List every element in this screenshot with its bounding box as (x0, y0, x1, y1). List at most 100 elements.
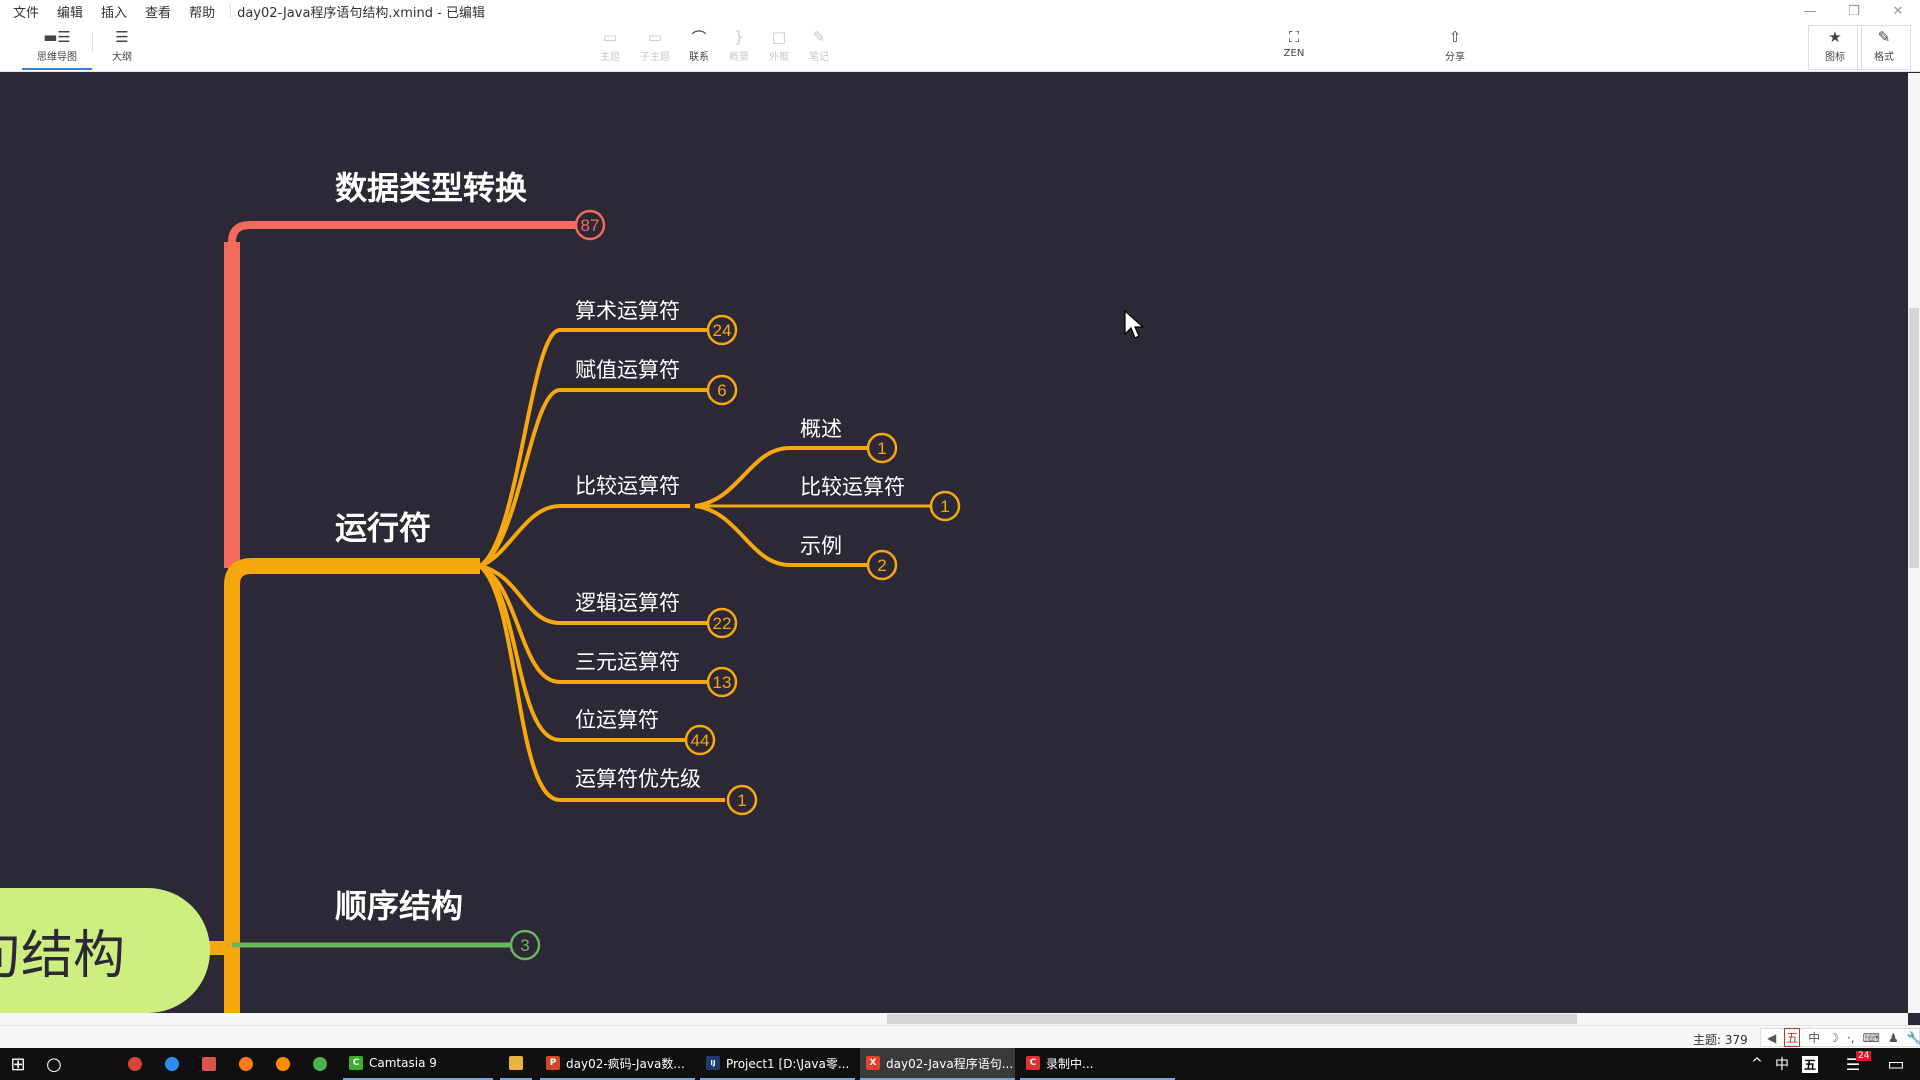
horizontal-scrollbar-thumb[interactable] (887, 1014, 1577, 1024)
restore-button[interactable]: ❐ (1832, 0, 1876, 22)
zen-button[interactable]: ⛶ ZEN (1267, 26, 1321, 70)
ime-toolbar[interactable]: ◀ 五 中 ☽ ·, ⌨ ♟ 🔧 (1760, 1028, 1920, 1047)
outline-view-label: 大纲 (112, 52, 132, 63)
action-center-icon[interactable]: ▭ (1878, 1048, 1914, 1080)
topic-arithmetic-operators[interactable]: 算术运算符 (575, 295, 680, 325)
topic-data-type-conversion[interactable]: 数据类型转换 (335, 163, 527, 209)
search-tool-icon[interactable] (268, 1048, 298, 1080)
ime-settings-icon[interactable]: 🔧 (1907, 1031, 1920, 1045)
tray-chevron-icon[interactable]: ^ (1745, 1048, 1769, 1080)
icon-panel-button[interactable]: ★ 图标 (1808, 25, 1862, 70)
toolbar: ▬☰ 思维导图 ☰ 大纲 ▭ 主题 ▭ 子主题 ⌒ 联系 } 概要 □ 外框 ✎… (0, 22, 1920, 72)
minimize-button[interactable]: — (1788, 0, 1832, 22)
central-topic[interactable]: 句结构 (0, 888, 210, 1013)
close-button[interactable]: ✕ (1876, 0, 1920, 22)
format-panel-button[interactable]: ✎ 格式 (1857, 25, 1911, 70)
tray-language-icon[interactable]: 中 (1770, 1048, 1794, 1080)
share-button[interactable]: ⇧ 分享 (1428, 26, 1482, 70)
ime-punct-icon[interactable]: ·, (1847, 1031, 1855, 1045)
outline-view-button[interactable]: ☰ 大纲 (95, 26, 149, 70)
taskbar-intellij[interactable]: IJ Project1 [D:\Java零... (700, 1048, 855, 1080)
ime-keyboard-icon[interactable]: ⌨ (1863, 1031, 1880, 1045)
mindmap-canvas[interactable]: 8724611222134413 句结构 数据类型转换 运行符 顺序结构 算术运… (0, 73, 1908, 1013)
mindmap-icon: ▬☰ (43, 28, 71, 46)
count-bitwise[interactable]: 44 (684, 724, 716, 756)
count-sequence-structure[interactable]: 3 (509, 929, 541, 961)
topic-comparison-sub[interactable]: 比较运算符 (800, 471, 905, 501)
topic-operator-precedence[interactable]: 运算符优先级 (575, 763, 701, 793)
topic-comparison-operators[interactable]: 比较运算符 (575, 470, 680, 500)
menu-bar: 文件 编辑 插入 查看 帮助 day02-Java程序语句结构.xmind - … (0, 0, 1920, 22)
ime-user-icon[interactable]: ♟ (1888, 1031, 1899, 1045)
ime-wubi-icon[interactable]: 五 (1784, 1028, 1801, 1047)
topic-bitwise-operators[interactable]: 位运算符 (575, 704, 659, 734)
count-overview[interactable]: 1 (866, 432, 898, 464)
taskbar-powerpoint[interactable]: P day02-疯码-Java数... (540, 1048, 695, 1080)
subtopic-label: 子主题 (640, 52, 670, 63)
count-comparison-sub[interactable]: 1 (929, 490, 961, 522)
boundary-icon: □ (771, 28, 787, 46)
svg-text:1: 1 (940, 497, 949, 516)
svg-text:44: 44 (691, 731, 710, 750)
taskbar-file-explorer[interactable] (500, 1048, 532, 1080)
topic-ternary-operator[interactable]: 三元运算符 (575, 646, 680, 676)
app-icon[interactable] (194, 1048, 224, 1080)
format-panel-label: 格式 (1874, 52, 1894, 63)
menu-file[interactable]: 文件 (4, 2, 48, 21)
window-title: day02-Java程序语句结构.xmind - 已编辑 (237, 5, 485, 21)
count-example[interactable]: 2 (866, 549, 898, 581)
topic-assignment-operators[interactable]: 赋值运算符 (575, 354, 680, 384)
taskbar-camtasia[interactable]: C Camtasia 9 (343, 1048, 493, 1080)
topic-operators[interactable]: 运行符 (335, 503, 431, 549)
svg-text:1: 1 (737, 791, 746, 810)
ime-halfwidth-icon[interactable]: ☽ (1828, 1031, 1839, 1045)
horizontal-scrollbar[interactable] (0, 1013, 1908, 1025)
cortana-icon[interactable]: ○ (36, 1048, 72, 1080)
count-data-type-conversion[interactable]: 87 (574, 209, 606, 241)
taskbar-xmind[interactable]: X day02-Java程序语句... (860, 1048, 1015, 1080)
tray-ime-icon[interactable]: 五 (1797, 1048, 1823, 1080)
recorder-icon: C (1026, 1056, 1040, 1070)
firefox-icon[interactable] (231, 1048, 261, 1080)
taskbar-powerpoint-label: day02-疯码-Java数... (566, 1056, 685, 1071)
tray-notification-icon[interactable]: ☰ 24 (1838, 1048, 1872, 1080)
summary-label: 概要 (729, 52, 749, 63)
notes-button[interactable]: ✎ 笔记 (792, 26, 846, 70)
taskbar-recording[interactable]: C 录制中... (1020, 1048, 1175, 1080)
chrome-icon[interactable] (120, 1048, 150, 1080)
qq-browser-icon[interactable] (157, 1048, 187, 1080)
green-app-icon[interactable] (305, 1048, 335, 1080)
count-logical[interactable]: 22 (706, 607, 738, 639)
mindmap-view-button[interactable]: ▬☰ 思维导图 (22, 26, 92, 70)
count-precedence[interactable]: 1 (726, 784, 758, 816)
menu-insert[interactable]: 插入 (92, 2, 136, 21)
svg-text:22: 22 (713, 614, 732, 633)
count-assignment[interactable]: 6 (706, 374, 738, 406)
relationship-label: 联系 (689, 52, 709, 63)
topic-overview[interactable]: 概述 (800, 413, 842, 443)
taskbar-camtasia-label: Camtasia 9 (369, 1056, 437, 1070)
brush-icon: ✎ (1877, 28, 1891, 46)
subtopic-icon: ▭ (647, 28, 663, 46)
ime-collapse-icon[interactable]: ◀ (1767, 1031, 1776, 1045)
topic-logical-operators[interactable]: 逻辑运算符 (575, 587, 680, 617)
boundary-label: 外框 (769, 52, 789, 63)
count-arithmetic[interactable]: 24 (706, 314, 738, 346)
svg-text:6: 6 (717, 381, 726, 400)
svg-text:87: 87 (581, 216, 600, 235)
windows-start-icon[interactable]: ⊞ (0, 1048, 36, 1080)
menu-view[interactable]: 查看 (136, 2, 180, 21)
vertical-scrollbar[interactable] (1908, 73, 1920, 1013)
ime-lang-icon[interactable]: 中 (1808, 1029, 1820, 1046)
count-ternary[interactable]: 13 (706, 666, 738, 698)
svg-text:2: 2 (877, 556, 886, 575)
vertical-scrollbar-thumb[interactable] (1909, 308, 1919, 568)
status-bar: 主题: 379 ◀ 五 中 ☽ ·, ⌨ ♟ 🔧 (0, 1025, 1920, 1048)
toolbar-separator (92, 32, 93, 52)
menu-edit[interactable]: 编辑 (48, 2, 92, 21)
share-label: 分享 (1445, 52, 1465, 63)
topic-label: 主题 (600, 52, 620, 63)
topic-example[interactable]: 示例 (800, 530, 842, 560)
topic-sequence-structure[interactable]: 顺序结构 (335, 881, 463, 927)
menu-help[interactable]: 帮助 (180, 2, 224, 21)
